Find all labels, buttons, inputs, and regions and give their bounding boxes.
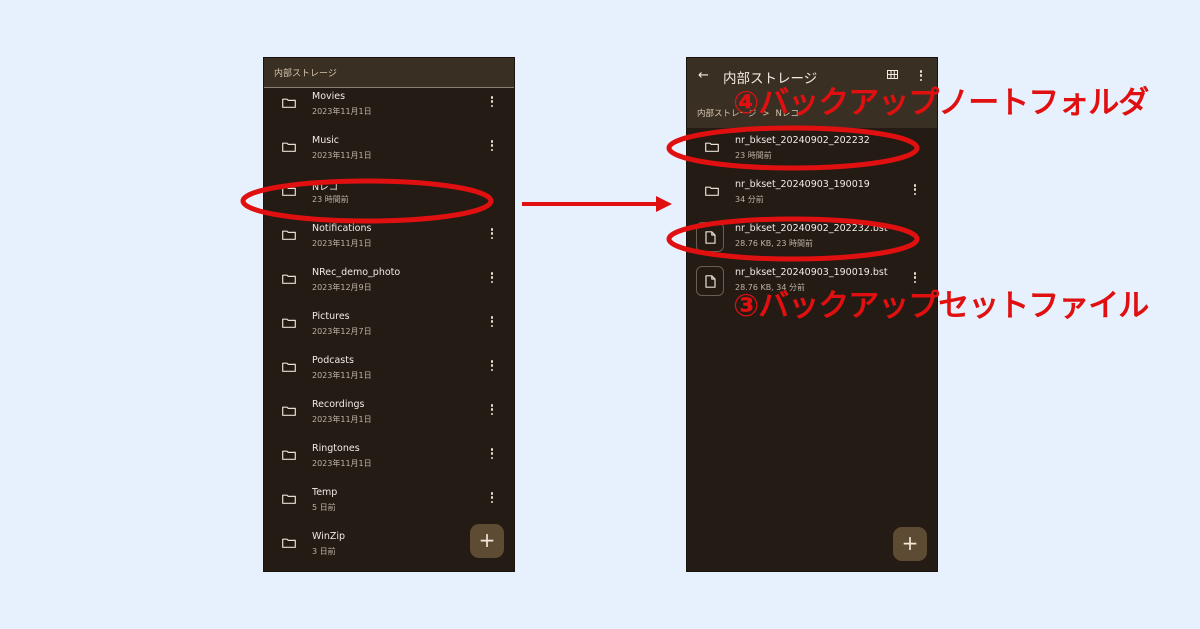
folder-name: Movies: [312, 91, 346, 102]
folder-row[interactable]: Pictures 2023年12月7日: [264, 304, 514, 348]
folder-icon: [282, 230, 296, 240]
folder-date: 2023年12月7日: [312, 327, 372, 336]
annotation-backup-set-file: ③バックアップセットファイル: [733, 288, 1149, 324]
folder-icon: [282, 98, 296, 108]
annotation-backup-note-folder: ④バックアップノートフォルダ: [733, 85, 1149, 121]
overflow-menu-icon[interactable]: [490, 228, 494, 242]
folder-row[interactable]: Nレコ 23 時間前: [264, 172, 514, 216]
overflow-menu-icon[interactable]: [490, 316, 494, 330]
file-row[interactable]: nr_bkset_20240902_202232.bst 28.76 KB, 23…: [687, 216, 937, 260]
overflow-menu-icon[interactable]: [490, 448, 494, 462]
folder-date: 2023年11月1日: [312, 107, 372, 116]
folder-icon: [282, 318, 296, 328]
folder-icon: [282, 274, 296, 284]
folder-row[interactable]: Recordings 2023年11月1日: [264, 392, 514, 436]
item-name: nr_bkset_20240903_190019: [735, 179, 870, 190]
folder-icon: [282, 406, 296, 416]
right-add-fab-button[interactable]: +: [893, 527, 927, 561]
overflow-menu-icon[interactable]: [490, 360, 494, 374]
folder-name: Pictures: [312, 311, 350, 322]
folder-date: 2023年11月1日: [312, 151, 372, 160]
left-add-fab-button[interactable]: +: [470, 524, 504, 558]
overflow-menu-icon[interactable]: [490, 140, 494, 154]
folder-row[interactable]: nr_bkset_20240902_202232 23 時間前: [687, 128, 937, 172]
folder-name: Recordings: [312, 399, 365, 410]
overflow-menu-icon[interactable]: [490, 272, 494, 286]
file-icon: [705, 275, 716, 288]
folder-row[interactable]: Notifications 2023年11月1日: [264, 216, 514, 260]
folder-date: 2023年12月9日: [312, 283, 372, 292]
folder-date: 3 日前: [312, 547, 336, 556]
folder-name: Nレコ: [312, 182, 339, 193]
folder-date: 2023年11月1日: [312, 371, 372, 380]
folder-date: 2023年11月1日: [312, 415, 372, 424]
file-thumbnail: [696, 266, 724, 296]
plus-icon: +: [478, 528, 496, 552]
arrow-head-icon: [656, 196, 672, 212]
back-arrow-icon[interactable]: ←: [698, 68, 709, 83]
item-meta: 23 時間前: [735, 151, 772, 160]
folder-name: WinZip: [312, 531, 346, 542]
folder-icon: [282, 186, 296, 196]
item-name: nr_bkset_20240903_190019.bst: [735, 267, 888, 278]
folder-row[interactable]: Movies 2023年11月1日: [264, 84, 514, 128]
folder-name: Temp: [312, 487, 338, 498]
folder-name: Music: [312, 135, 340, 146]
folder-row[interactable]: Temp 5 日前: [264, 480, 514, 524]
left-header-title: 内部ストレージ: [274, 69, 337, 79]
file-thumbnail: [696, 222, 724, 252]
folder-date: 2023年11月1日: [312, 459, 372, 468]
folder-icon: [705, 142, 719, 152]
plus-icon: +: [901, 531, 919, 555]
item-name: nr_bkset_20240902_202232: [735, 135, 870, 146]
overflow-menu-icon[interactable]: [490, 96, 494, 110]
folder-row[interactable]: NRec_demo_photo 2023年12月9日: [264, 260, 514, 304]
folder-name: Ringtones: [312, 443, 360, 454]
folder-name: Notifications: [312, 223, 372, 234]
folder-date: 5 日前: [312, 503, 336, 512]
folder-row[interactable]: Ringtones 2023年11月1日: [264, 436, 514, 480]
folder-date: 2023年11月1日: [312, 239, 372, 248]
overflow-menu-icon[interactable]: [490, 404, 494, 418]
folder-icon: [705, 186, 719, 196]
folder-icon: [282, 362, 296, 372]
folder-row[interactable]: nr_bkset_20240903_190019 34 分前: [687, 172, 937, 216]
overflow-menu-icon[interactable]: [913, 184, 917, 198]
folder-icon: [282, 450, 296, 460]
item-meta: 34 分前: [735, 195, 764, 204]
left-phone-screen: 内部ストレージ Movies 2023年11月1日 Music 2023年11月1日 N…: [264, 58, 514, 571]
folder-row[interactable]: Podcasts 2023年11月1日: [264, 348, 514, 392]
item-name: nr_bkset_20240902_202232.bst: [735, 223, 888, 234]
overflow-menu-icon[interactable]: [490, 492, 494, 506]
folder-icon: [282, 538, 296, 548]
folder-name: NRec_demo_photo: [312, 267, 401, 278]
folder-icon: [282, 142, 296, 152]
folder-name: Podcasts: [312, 355, 354, 366]
file-icon: [705, 231, 716, 244]
item-meta: 28.76 KB, 23 時間前: [735, 239, 813, 248]
folder-icon: [282, 494, 296, 504]
folder-date: 23 時間前: [312, 195, 349, 204]
folder-row[interactable]: Music 2023年11月1日: [264, 128, 514, 172]
